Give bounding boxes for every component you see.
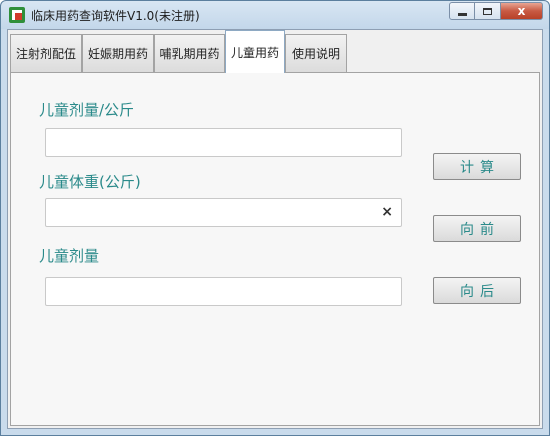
app-window: 临床用药查询软件V1.0(未注册) x 注射剂配伍 妊娠期用药 哺乳期用药 儿童… <box>0 0 550 436</box>
tab-injection-compatibility[interactable]: 注射剂配伍 <box>10 34 82 72</box>
maximize-button[interactable] <box>475 2 501 20</box>
weight-field[interactable]: × <box>45 198 402 227</box>
next-button[interactable]: 向后 <box>433 277 521 304</box>
tab-instructions[interactable]: 使用说明 <box>285 34 347 72</box>
title-bar[interactable]: 临床用药查询软件V1.0(未注册) x <box>1 1 549 29</box>
minimize-icon <box>457 12 467 16</box>
weight-label: 儿童体重(公斤) <box>39 173 141 191</box>
close-button[interactable]: x <box>501 2 543 20</box>
minimize-button[interactable] <box>449 2 475 20</box>
child-dose-field[interactable] <box>45 277 402 306</box>
child-dose-label: 儿童剂量 <box>39 247 100 265</box>
weight-input[interactable] <box>46 199 378 226</box>
tab-children[interactable]: 儿童用药 <box>225 30 285 73</box>
close-icon: x <box>517 4 526 18</box>
maximize-icon <box>483 7 492 15</box>
tab-lactation[interactable]: 哺乳期用药 <box>154 34 225 72</box>
tab-pregnancy[interactable]: 妊娠期用药 <box>82 34 154 72</box>
clear-icon[interactable]: × <box>381 204 393 220</box>
children-panel: 儿童剂量/公斤 儿童体重(公斤) × 儿童剂量 计算 向前 向后 <box>10 72 540 426</box>
previous-button[interactable]: 向前 <box>433 215 521 242</box>
window-title: 临床用药查询软件V1.0(未注册) <box>31 9 200 23</box>
child-dose-input[interactable] <box>46 278 378 305</box>
app-logo-icon <box>9 7 25 23</box>
calculate-button[interactable]: 计算 <box>433 153 521 180</box>
client-area: 注射剂配伍 妊娠期用药 哺乳期用药 儿童用药 使用说明 儿童剂量/公斤 儿童体重… <box>7 29 543 429</box>
dose-per-kg-input[interactable] <box>46 129 378 156</box>
tab-strip: 注射剂配伍 妊娠期用药 哺乳期用药 儿童用药 使用说明 <box>8 30 542 73</box>
dose-per-kg-label: 儿童剂量/公斤 <box>39 101 135 119</box>
dose-per-kg-field[interactable] <box>45 128 402 157</box>
window-controls: x <box>449 2 543 21</box>
